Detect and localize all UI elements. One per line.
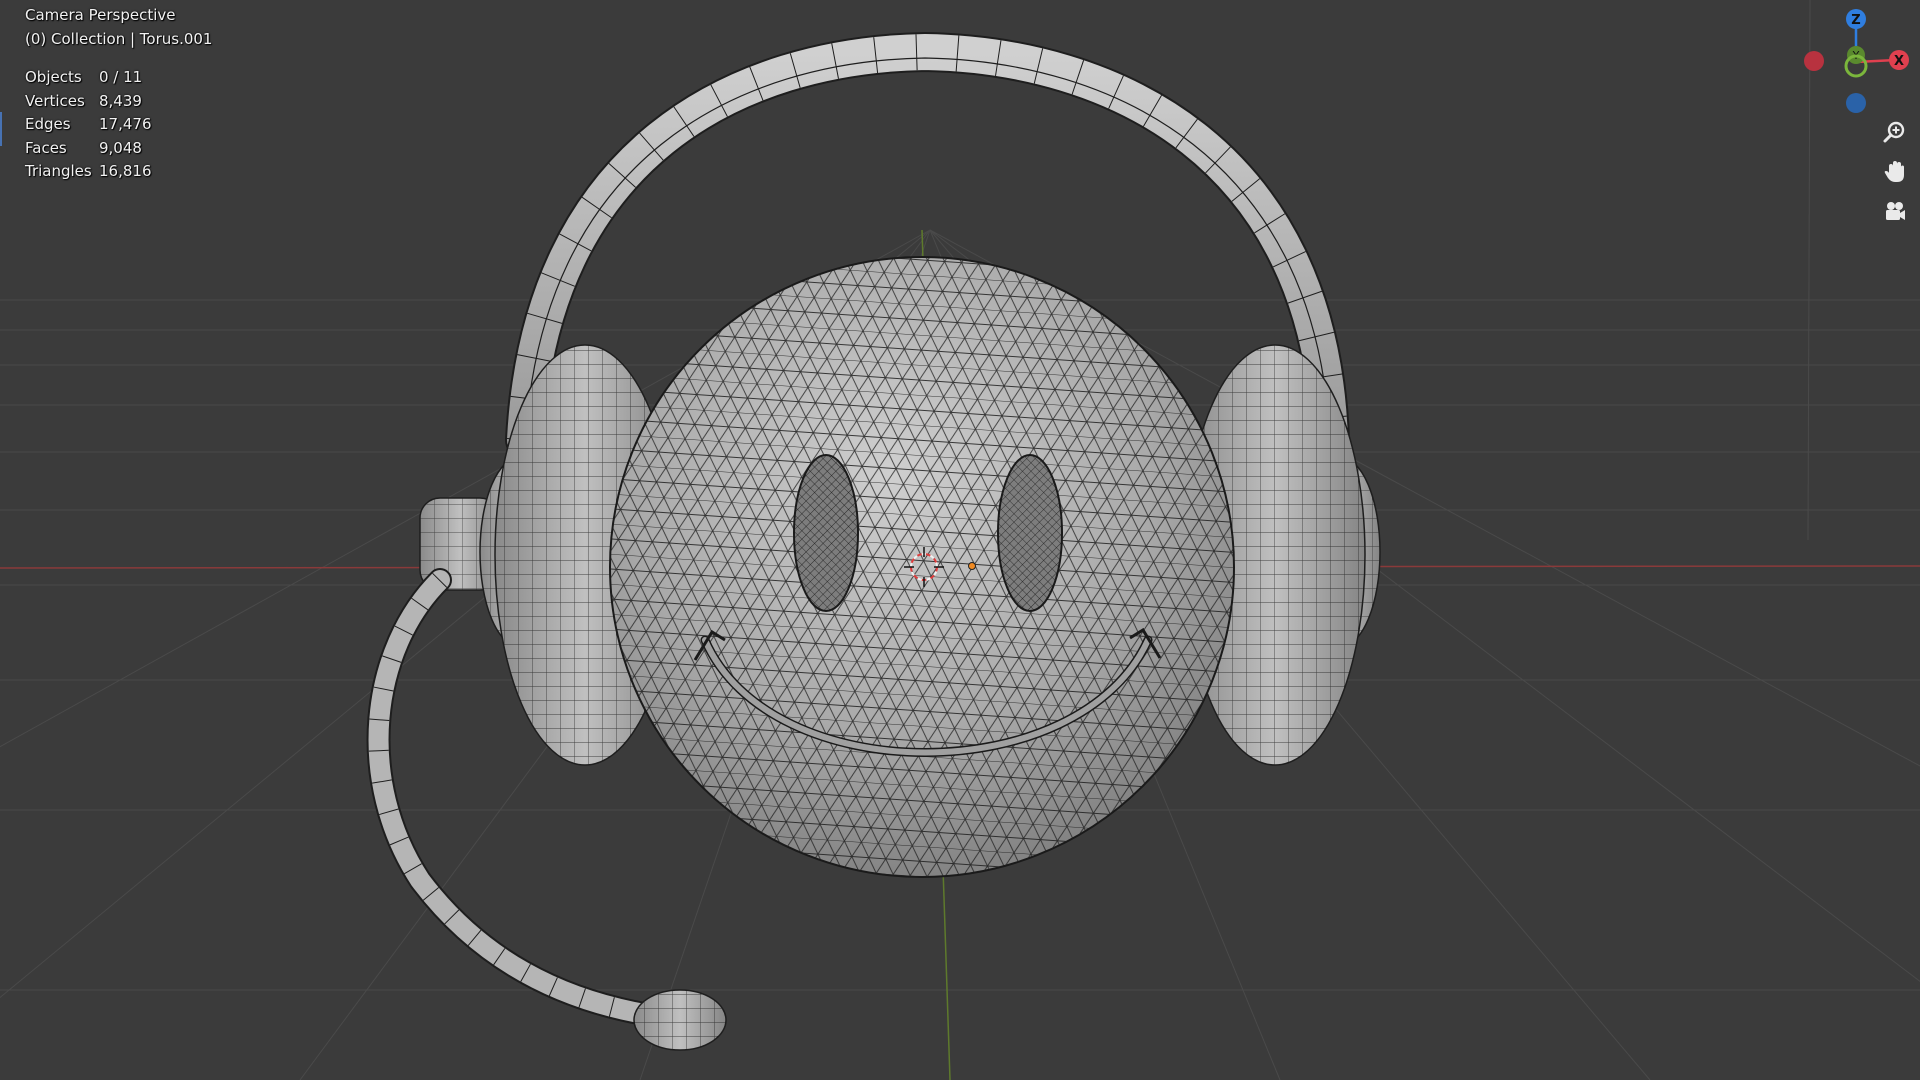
stat-value: 16,816: [99, 162, 152, 181]
stat-label: Objects: [25, 68, 82, 86]
camera-view-button[interactable]: [1879, 196, 1911, 228]
stat-row-edges: Edges 17,476: [25, 115, 152, 139]
viewport-scene[interactable]: [0, 0, 1920, 1080]
view-name-label: Camera Perspective: [25, 6, 176, 24]
zoom-button[interactable]: [1879, 116, 1911, 148]
stat-row-triangles: Triangles 16,816: [25, 162, 152, 186]
gizmo-neg-z[interactable]: [1846, 93, 1866, 113]
stat-label: Edges: [25, 115, 71, 134]
stat-label: Vertices: [25, 91, 85, 110]
stat-row-objects: Objects 0 / 11: [25, 68, 152, 92]
camera-view-icon: [1886, 202, 1905, 220]
stat-value: 9,048: [99, 138, 142, 157]
gizmo-neg-x[interactable]: [1804, 51, 1824, 71]
gizmo-z-label: Z: [1851, 13, 1860, 28]
region-edge-indicator: [0, 112, 2, 146]
pan-button[interactable]: [1879, 156, 1911, 188]
3d-viewport[interactable]: Camera Perspective (0) Collection | Toru…: [0, 0, 1920, 1080]
hand-pan-icon: [1884, 161, 1904, 182]
stat-row-faces: Faces 9,048: [25, 139, 152, 163]
stat-value: 8,439: [99, 91, 142, 110]
scene-statistics: Objects 0 / 11 Vertices 8,439 Edges 17,4…: [25, 68, 152, 186]
object-origin-icon: [968, 562, 976, 570]
stat-value: 0 / 11: [99, 68, 143, 86]
gizmo-x-label: X: [1894, 54, 1904, 69]
zoom-in-icon: [1883, 121, 1905, 143]
stat-value: 17,476: [99, 115, 152, 134]
navigation-gizmo[interactable]: Y Z X: [1790, 0, 1920, 120]
head-sphere-mesh: [609, 256, 1235, 878]
stat-label: Triangles: [25, 162, 92, 181]
collection-info-label: (0) Collection | Torus.001: [25, 30, 213, 48]
stat-label: Faces: [25, 138, 67, 157]
stat-row-vertices: Vertices 8,439: [25, 92, 152, 116]
